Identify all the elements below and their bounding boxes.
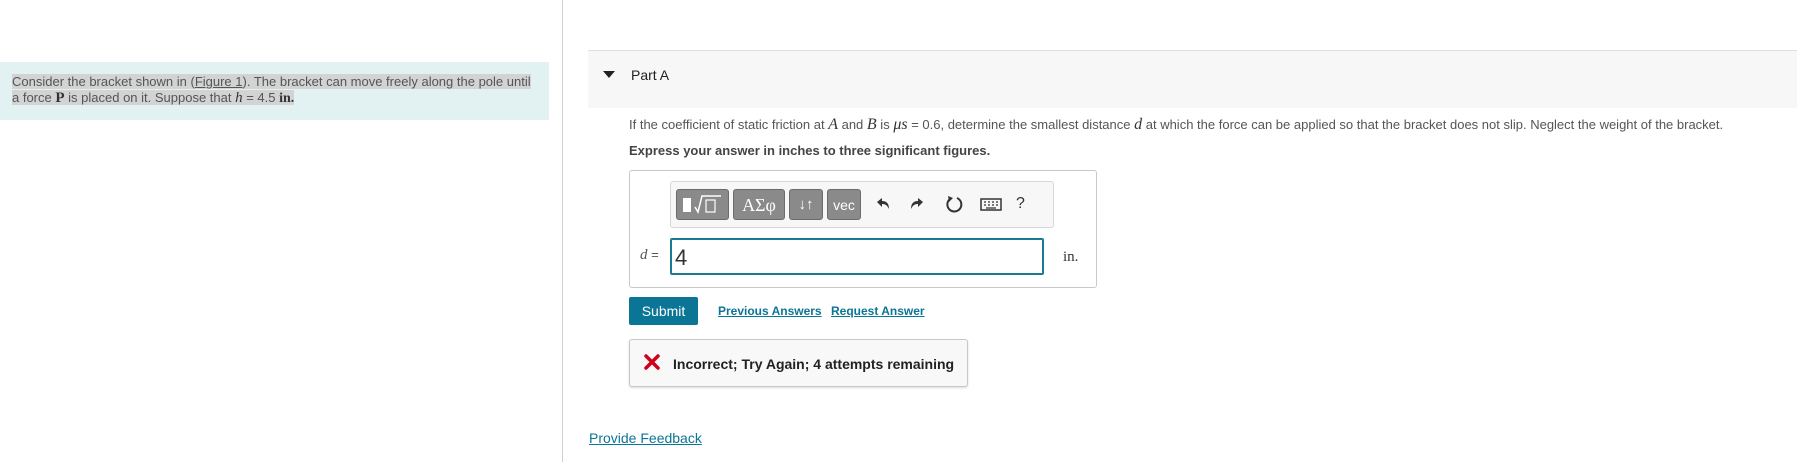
unit-in: in. (279, 91, 295, 106)
question-text: If the coefficient of static friction at… (629, 116, 1724, 133)
force-symbol: P (55, 90, 65, 106)
submit-button[interactable]: Submit (629, 297, 698, 325)
reset-icon[interactable] (943, 193, 965, 215)
intro-text: Consider the bracket shown in (Figure 1)… (12, 74, 531, 106)
h-symbol: h (235, 90, 243, 106)
variable-label: d = (640, 247, 659, 263)
help-button[interactable]: ? (1016, 195, 1025, 213)
feedback-text: Incorrect; Try Again; 4 attempts remaini… (673, 356, 955, 372)
mu-symbol: μs (893, 116, 908, 133)
math-toolbar: ΑΣφ ↓↑ vec ? (670, 181, 1054, 228)
provide-feedback-link[interactable]: Provide Feedback (589, 430, 702, 446)
keyboard-icon[interactable] (979, 193, 1003, 215)
previous-answers-link[interactable]: Previous Answers (718, 304, 822, 318)
undo-icon[interactable] (871, 193, 893, 215)
problem-intro: Consider the bracket shown in (Figure 1)… (0, 62, 549, 120)
greek-symbols-button[interactable]: ΑΣφ (733, 189, 785, 220)
answer-input[interactable]: 4 (670, 238, 1044, 275)
unit-label: in. (1063, 249, 1079, 265)
templates-button[interactable] (676, 189, 729, 220)
request-answer-link[interactable]: Request Answer (831, 304, 925, 318)
redo-icon[interactable] (907, 193, 929, 215)
figure-link[interactable]: Figure 1 (195, 74, 243, 89)
part-title: Part A (631, 67, 670, 83)
subscript-superscript-button[interactable]: ↓↑ (789, 189, 823, 220)
feedback-box: Incorrect; Try Again; 4 attempts remaini… (629, 339, 968, 387)
collapse-caret-icon[interactable] (603, 71, 615, 78)
templates-icon (683, 195, 721, 214)
vector-button[interactable]: vec (827, 189, 861, 220)
answer-box: ΑΣφ ↓↑ vec ? d = 4 in. (629, 170, 1097, 288)
incorrect-icon (644, 354, 660, 370)
instruction-text: Express your answer in inches to three s… (629, 143, 991, 158)
left-pane: Consider the bracket shown in (Figure 1)… (0, 0, 563, 462)
part-a-header[interactable]: Part A (588, 50, 1797, 108)
